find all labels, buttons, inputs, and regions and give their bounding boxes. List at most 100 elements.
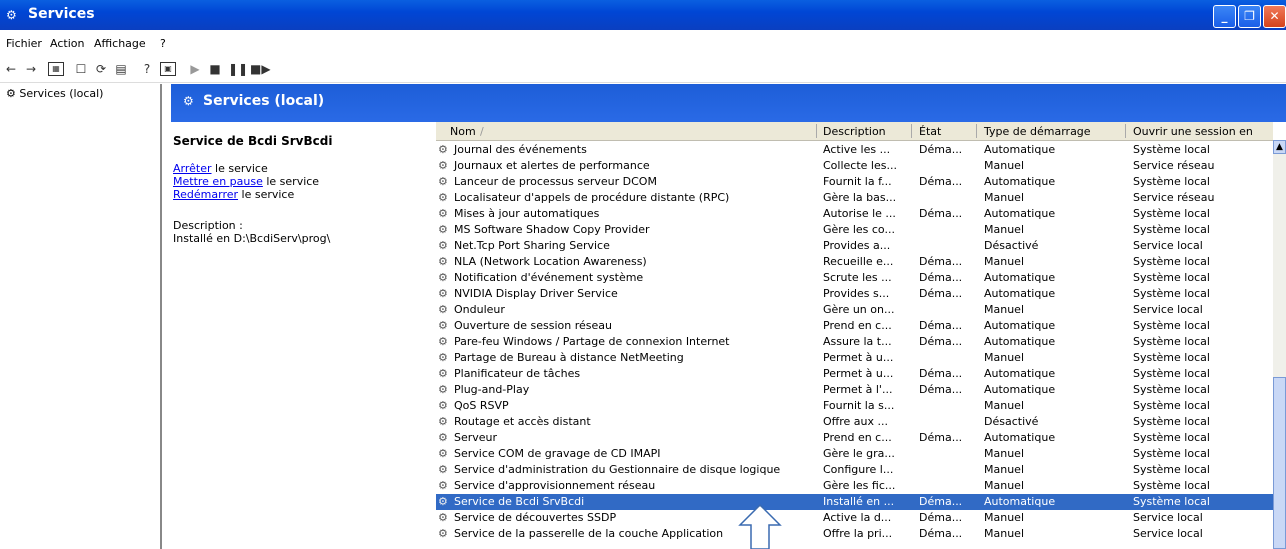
column-type-demarrage[interactable]: Type de démarrage <box>984 125 1091 138</box>
service-row[interactable]: ⚙ Journaux et alertes de performance Colle… <box>436 158 1273 174</box>
service-logon: Système local <box>1133 175 1210 188</box>
pane-title: Services (local) <box>203 93 325 109</box>
service-row[interactable]: ⚙ Service de la passerelle de la couche A… <box>436 526 1273 542</box>
column-separator[interactable] <box>1125 124 1126 138</box>
pause-service-icon[interactable]: ❚❚ <box>228 61 248 77</box>
service-state: Déma... <box>919 335 963 348</box>
start-service-icon[interactable]: ▶ <box>188 61 202 77</box>
console-icon[interactable]: ▣ <box>160 62 176 76</box>
service-gear-icon: ⚙ <box>438 319 448 332</box>
service-description: Prend en c... <box>823 431 892 444</box>
service-name: Planificateur de tâches <box>454 367 581 380</box>
service-row[interactable]: ⚙ Onduleur Gère un on... Manuel Service loca… <box>436 302 1273 318</box>
service-startup-type: Manuel <box>984 447 1024 460</box>
column-separator[interactable] <box>816 124 817 138</box>
service-row[interactable]: ⚙ QoS RSVP Fournit la s... Manuel Système lo… <box>436 398 1273 414</box>
service-row[interactable]: ⚙ Net.Tcp Port Sharing Service Provides a.… <box>436 238 1273 254</box>
service-description: Gère le gra... <box>823 447 895 460</box>
service-startup-type: Automatique <box>984 495 1056 508</box>
service-gear-icon: ⚙ <box>438 271 448 284</box>
service-startup-type: Manuel <box>984 303 1024 316</box>
service-name: Plug-and-Play <box>454 383 530 396</box>
show-tree-icon[interactable]: ▦ <box>48 62 64 76</box>
service-logon: Système local <box>1133 495 1210 508</box>
close-button[interactable]: ✕ <box>1263 5 1286 28</box>
service-startup-type: Désactivé <box>984 415 1039 428</box>
pause-service-link[interactable]: Mettre en pause <box>173 175 263 188</box>
menu-affichage[interactable]: Affichage <box>94 37 146 50</box>
export-list-icon[interactable]: ▤ <box>114 61 128 77</box>
service-logon: Service local <box>1133 527 1203 540</box>
service-logon: Système local <box>1133 319 1210 332</box>
service-row[interactable]: ⚙ Ouverture de session réseau Prend en c..… <box>436 318 1273 334</box>
service-row[interactable]: ⚙ Planificateur de tâches Permet à u... Dém… <box>436 366 1273 382</box>
service-row[interactable]: ⚙ Localisateur d'appels de procédure dist… <box>436 190 1273 206</box>
service-description: Gère un on... <box>823 303 895 316</box>
service-gear-icon: ⚙ <box>438 447 448 460</box>
column-separator[interactable] <box>976 124 977 138</box>
service-row[interactable]: ⚙ Serveur Prend en c... Déma... Automatique S… <box>436 430 1273 446</box>
service-logon: Service local <box>1133 511 1203 524</box>
service-description: Scrute les ... <box>823 271 892 284</box>
service-row[interactable]: ⚙ Service de Bcdi SrvBcdi Installé en ... D… <box>436 494 1273 510</box>
vertical-scrollbar[interactable]: ▲ <box>1273 140 1286 549</box>
service-row[interactable]: ⚙ Lanceur de processus serveur DCOM Fourni… <box>436 174 1273 190</box>
help-icon[interactable]: ? <box>140 61 154 77</box>
service-row[interactable]: ⚙ Pare-feu Windows / Partage de connexion… <box>436 334 1273 350</box>
column-nom[interactable]: Nom <box>450 125 476 138</box>
minimize-button[interactable]: _ <box>1213 5 1236 28</box>
service-startup-type: Désactivé <box>984 239 1039 252</box>
service-gear-icon: ⚙ <box>438 511 448 524</box>
refresh-icon[interactable]: ⟳ <box>94 61 108 77</box>
menu-action[interactable]: Action <box>50 37 84 50</box>
restart-service-icon[interactable]: ■▶ <box>250 61 271 77</box>
service-state: Déma... <box>919 287 963 300</box>
service-gear-icon: ⚙ <box>438 431 448 444</box>
service-logon: Système local <box>1133 287 1210 300</box>
service-row[interactable]: ⚙ Routage et accès distant Offre aux ... Dé… <box>436 414 1273 430</box>
maximize-button[interactable]: ❐ <box>1238 5 1261 28</box>
service-logon: Système local <box>1133 223 1210 236</box>
service-logon: Système local <box>1133 367 1210 380</box>
services-list: ⚙ Journal des événements Active les ... Dém… <box>436 142 1273 549</box>
service-state: Déma... <box>919 431 963 444</box>
service-row[interactable]: ⚙ Service d'approvisionnement réseau Gère … <box>436 478 1273 494</box>
service-row[interactable]: ⚙ Service de découvertes SSDP Active la d.… <box>436 510 1273 526</box>
service-name: Notification d'événement système <box>454 271 644 284</box>
menu-fichier[interactable]: Fichier <box>6 37 42 50</box>
column-description[interactable]: Description <box>823 125 886 138</box>
scroll-thumb[interactable] <box>1273 377 1286 549</box>
service-row[interactable]: ⚙ NVIDIA Display Driver Service Provides s… <box>436 286 1273 302</box>
service-startup-type: Automatique <box>984 383 1056 396</box>
service-state: Déma... <box>919 175 963 188</box>
service-row[interactable]: ⚙ Service d'administration du Gestionnair… <box>436 462 1273 478</box>
service-row[interactable]: ⚙ Journal des événements Active les ... Dém… <box>436 142 1273 158</box>
service-row[interactable]: ⚙ Mises à jour automatiques Autorise le ..… <box>436 206 1273 222</box>
service-logon: Système local <box>1133 463 1210 476</box>
tree-item-services-local[interactable]: ⚙ Services (local) <box>6 87 103 100</box>
services-gear-icon: ⚙ <box>183 94 194 108</box>
stop-service-link[interactable]: Arrêter <box>173 162 212 175</box>
service-row[interactable]: ⚙ NLA (Network Location Awareness) Recueil… <box>436 254 1273 270</box>
service-gear-icon: ⚙ <box>438 527 448 540</box>
column-separator[interactable] <box>911 124 912 138</box>
service-row[interactable]: ⚙ Notification d'événement système Scrute … <box>436 270 1273 286</box>
service-row[interactable]: ⚙ Partage de Bureau à distance NetMeeting… <box>436 350 1273 366</box>
service-startup-type: Manuel <box>984 527 1024 540</box>
scroll-up-icon[interactable]: ▲ <box>1273 140 1286 154</box>
menu-help[interactable]: ? <box>160 37 166 50</box>
stop-service-icon[interactable]: ■ <box>208 61 222 77</box>
service-row[interactable]: ⚙ MS Software Shadow Copy Provider Gère le… <box>436 222 1273 238</box>
restart-service-link[interactable]: Redémarrer <box>173 188 238 201</box>
column-etat[interactable]: État <box>919 125 941 138</box>
service-name: Service de la passerelle de la couche Ap… <box>454 527 724 540</box>
service-name: Lanceur de processus serveur DCOM <box>454 175 657 188</box>
back-arrow-icon[interactable]: ← <box>4 61 18 77</box>
service-row[interactable]: ⚙ Plug-and-Play Permet à l'... Déma... Autom… <box>436 382 1273 398</box>
service-state: Déma... <box>919 255 963 268</box>
service-row[interactable]: ⚙ Service COM de gravage de CD IMAPI Gère … <box>436 446 1273 462</box>
forward-arrow-icon[interactable]: → <box>24 61 38 77</box>
properties-icon[interactable]: ☐ <box>74 61 88 77</box>
column-ouvrir-session[interactable]: Ouvrir une session en <box>1133 125 1273 138</box>
tree-item-label: Services (local) <box>19 87 104 100</box>
